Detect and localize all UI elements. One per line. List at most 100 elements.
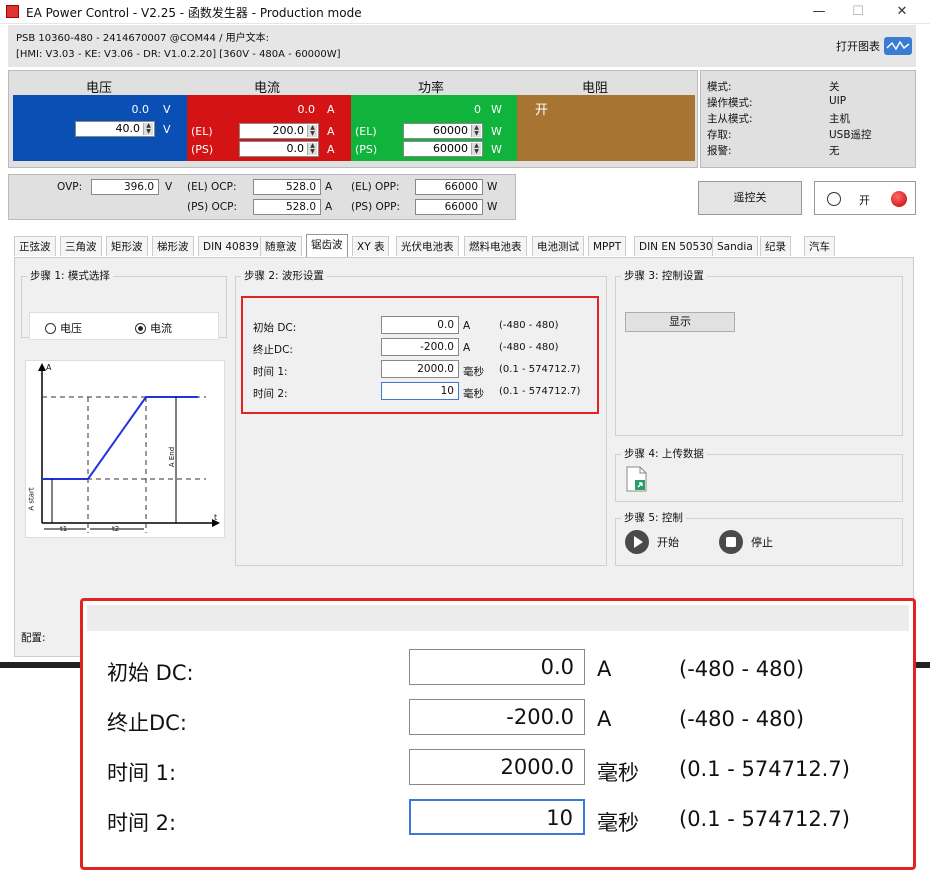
play-icon xyxy=(625,530,649,554)
tab-sawtooth[interactable]: 锯齿波 xyxy=(306,234,348,257)
step5-title: 步骤 5: 控制 xyxy=(621,510,686,525)
tab-triangle[interactable]: 三角波 xyxy=(60,236,102,256)
stop-button[interactable]: 停止 xyxy=(719,530,773,554)
output-led-icon xyxy=(891,191,907,207)
access-label: 存取: xyxy=(707,129,732,141)
tab-sine[interactable]: 正弦波 xyxy=(14,236,56,256)
current-ps-input[interactable]: 0.0 ▲ ▼ xyxy=(239,141,319,157)
resistance-state: 开 xyxy=(535,103,549,118)
opmode-label: 操作模式: xyxy=(707,97,753,109)
diagram-t2: t2 xyxy=(112,525,120,533)
end-dc-unit: A xyxy=(463,342,471,354)
ps-opp-label: (PS) OPP: xyxy=(351,201,400,213)
tab-din-en-50530[interactable]: DIN EN 50530 xyxy=(634,236,718,256)
el-opp-input[interactable]: 66000 xyxy=(415,179,483,195)
zoom-end-dc-range: (-480 - 480) xyxy=(679,707,805,731)
step2-title: 步骤 2: 波形设置 xyxy=(241,268,327,283)
current-ps-spinner-icon[interactable]: ▲ ▼ xyxy=(307,143,317,155)
tab-din40839[interactable]: DIN 40839 xyxy=(198,236,264,256)
divider-right xyxy=(916,662,930,668)
opmode-value: UIP xyxy=(829,95,847,107)
current-el-spinner-icon[interactable]: ▲ ▼ xyxy=(307,125,317,137)
time2-input[interactable]: 10 xyxy=(381,382,459,400)
tab-fuel-cell[interactable]: 燃料电池表 xyxy=(464,236,527,256)
diagram-a-end: A End xyxy=(168,446,177,468)
close-button[interactable]: ✕ xyxy=(887,2,917,22)
zoom-end-dc-input[interactable]: -200.0 xyxy=(409,699,585,735)
start-button[interactable]: 开始 xyxy=(625,530,679,554)
output-radio-icon xyxy=(827,192,841,206)
radio-current-icon xyxy=(135,322,146,334)
radio-current[interactable]: 电流 xyxy=(135,320,172,336)
zoom-callout: 初始 DC: 0.0 A (-480 - 480) 终止DC: -200.0 A… xyxy=(80,598,916,870)
zoom-end-dc-unit: A xyxy=(597,707,612,731)
tab-pv-table[interactable]: 光伏电池表 xyxy=(396,236,459,256)
alarm-value: 无 xyxy=(829,145,840,157)
power-ps-input[interactable]: 60000 ▲ ▼ xyxy=(403,141,483,157)
time2-label: 时间 2: xyxy=(253,388,288,400)
mode-value: 关 xyxy=(829,81,840,93)
radio-voltage-icon xyxy=(45,322,56,334)
power-el-input[interactable]: 60000 ▲ ▼ xyxy=(403,123,483,139)
ps-ocp-input[interactable]: 528.0 xyxy=(253,199,321,215)
tab-trapezoid[interactable]: 梯形波 xyxy=(152,236,194,256)
show-button[interactable]: 显示 xyxy=(625,312,735,332)
radio-voltage[interactable]: 电压 xyxy=(45,320,82,336)
function-tabs: 正弦波 三角波 矩形波 梯形波 DIN 40839 随意波 锯齿波 XY 表 光… xyxy=(14,234,914,258)
step3-group xyxy=(615,276,903,436)
start-dc-input[interactable]: 0.0 xyxy=(381,316,459,334)
ps-ocp-unit: A xyxy=(325,201,333,213)
tab-record[interactable]: 纪录 xyxy=(760,236,791,256)
output-on-toggle[interactable]: 开 xyxy=(814,181,916,215)
zoom-start-dc-label: 初始 DC: xyxy=(107,661,194,685)
upload-file-icon[interactable] xyxy=(625,466,649,492)
time2-range: (0.1 - 574712.7) xyxy=(499,386,581,397)
tab-battery-test[interactable]: 电池测试 xyxy=(532,236,584,256)
tab-sandia[interactable]: Sandia xyxy=(712,236,758,256)
time1-range: (0.1 - 574712.7) xyxy=(499,364,581,375)
voltage-header: 电压 xyxy=(85,81,112,96)
tab-xy-table[interactable]: XY 表 xyxy=(352,236,390,256)
open-chart-button[interactable]: 打开图表 xyxy=(836,35,912,57)
zoom-time2-input[interactable]: 10 xyxy=(409,799,585,835)
current-ps-unit: A xyxy=(327,143,335,156)
power-ps-spinner-icon[interactable]: ▲ ▼ xyxy=(471,143,481,155)
power-el-spinner-icon[interactable]: ▲ ▼ xyxy=(471,125,481,137)
tab-arbitrary[interactable]: 随意波 xyxy=(260,236,302,256)
end-dc-input[interactable]: -200.0 xyxy=(381,338,459,356)
measurement-panel: 电压 电流 功率 电阻 0.0 V 40.0 ▲ ▼ V 0.0 A (EL) 2… xyxy=(8,70,698,168)
master-value: 主机 xyxy=(829,113,850,125)
maximize-button[interactable]: ☐ xyxy=(843,2,873,22)
step3-title: 步骤 3: 控制设置 xyxy=(621,268,707,283)
minimize-button[interactable]: — xyxy=(804,2,834,22)
power-actual: 0 xyxy=(474,103,481,116)
power-el-tag: (EL) xyxy=(355,125,377,138)
tab-mppt[interactable]: MPPT xyxy=(588,236,627,256)
zoom-time2-unit: 毫秒 xyxy=(597,811,639,835)
ovp-input[interactable]: 396.0 xyxy=(91,179,159,195)
power-el-unit: W xyxy=(491,125,502,138)
tab-rectangle[interactable]: 矩形波 xyxy=(106,236,148,256)
title-bar: EA Power Control - V2.25 - 函数发生器 - Produ… xyxy=(0,0,930,24)
el-ocp-input[interactable]: 528.0 xyxy=(253,179,321,195)
tab-automotive[interactable]: 汽车 xyxy=(804,236,835,256)
end-dc-range: (-480 - 480) xyxy=(499,342,559,353)
diagram-t1: t1 xyxy=(60,525,68,533)
device-line-1: PSB 10360-480 - 2414670007 @COM44 / 用户文本… xyxy=(16,33,269,44)
output-on-label: 开 xyxy=(859,194,870,207)
start-dc-label: 初始 DC: xyxy=(253,322,297,334)
voltage-set-input[interactable]: 40.0 ▲ ▼ xyxy=(75,121,155,137)
zoom-time1-input[interactable]: 2000.0 xyxy=(409,749,585,785)
zoom-header-strip xyxy=(87,605,909,631)
voltage-spinner-icon[interactable]: ▲ ▼ xyxy=(143,123,153,135)
window-title: EA Power Control - V2.25 - 函数发生器 - Produ… xyxy=(26,6,362,20)
open-chart-label: 打开图表 xyxy=(836,40,880,53)
resistance-block[interactable]: 开 xyxy=(517,95,695,161)
master-label: 主从模式: xyxy=(707,113,753,125)
ps-opp-input[interactable]: 66000 xyxy=(415,199,483,215)
time1-input[interactable]: 2000.0 xyxy=(381,360,459,378)
current-unit: A xyxy=(327,103,335,116)
remote-off-button[interactable]: 遥控关 xyxy=(698,181,802,215)
zoom-start-dc-input[interactable]: 0.0 xyxy=(409,649,585,685)
current-el-input[interactable]: 200.0 ▲ ▼ xyxy=(239,123,319,139)
